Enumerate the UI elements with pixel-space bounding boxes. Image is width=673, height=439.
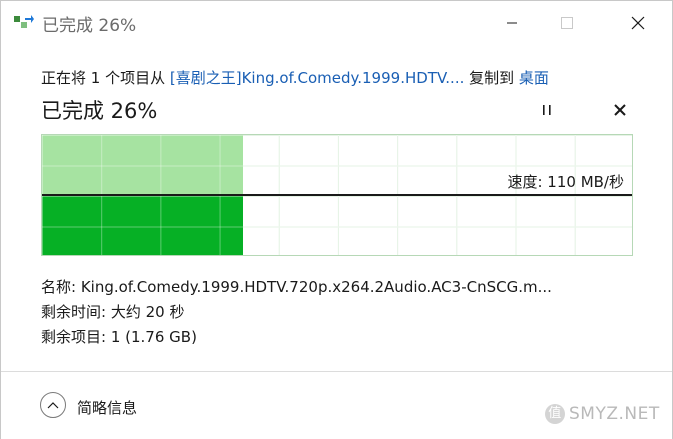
speed-line	[42, 194, 632, 196]
cancel-copy-button[interactable]	[608, 99, 632, 121]
watermark-text: SMYZ.NET	[569, 404, 660, 424]
name-label: 名称:	[41, 278, 81, 296]
detail-file-name: 名称: King.of.Comedy.1999.HDTV.720p.x264.2…	[41, 276, 552, 297]
time-value: 大约 20 秒	[110, 303, 185, 321]
close-icon	[631, 16, 645, 30]
collapse-details-button[interactable]	[40, 392, 66, 418]
title-bar: 已完成 26%	[1, 1, 672, 45]
pause-button[interactable]	[535, 99, 559, 121]
watermark: 值 SMYZ.NET	[545, 404, 660, 424]
time-label: 剩余时间:	[41, 303, 111, 321]
maximize-button	[544, 1, 590, 45]
copy-prefix: 正在将 1 个项目从	[41, 69, 170, 87]
minimize-button[interactable]	[489, 1, 535, 45]
chevron-up-icon	[47, 402, 59, 409]
copy-middle: 复制到	[464, 69, 519, 87]
progress-fill-light	[42, 135, 243, 194]
footer: 简略信息 值 SMYZ.NET	[1, 371, 672, 439]
copy-app-icon	[14, 14, 34, 30]
collapse-details-label[interactable]: 简略信息	[77, 397, 137, 418]
copy-description: 正在将 1 个项目从 [喜剧之王]King.of.Comedy.1999.HDT…	[41, 67, 549, 88]
window-title: 已完成 26%	[42, 16, 137, 36]
progress-status-title: 已完成 26%	[41, 99, 158, 123]
minimize-icon	[507, 22, 517, 24]
pause-icon	[543, 105, 551, 115]
watermark-badge: 值	[545, 404, 565, 424]
speed-label: 速度: 110 MB/秒	[507, 173, 624, 191]
source-folder-link[interactable]: [喜剧之王]King.of.Comedy.1999.HDTV....	[170, 69, 465, 87]
cancel-icon	[614, 104, 626, 116]
detail-time-remaining: 剩余时间: 大约 20 秒	[41, 301, 184, 322]
name-value: King.of.Comedy.1999.HDTV.720p.x264.2Audi…	[80, 278, 552, 296]
detail-items-remaining: 剩余项目: 1 (1.76 GB)	[41, 326, 197, 347]
items-value: 1 (1.76 GB)	[110, 328, 197, 346]
destination-folder-link[interactable]: 桌面	[519, 69, 549, 87]
progress-fill-dark	[42, 196, 243, 255]
copy-progress-window: 已完成 26% 正在将 1 个项目从 [喜剧之王]King.of.Comedy.…	[0, 0, 673, 439]
items-label: 剩余项目:	[41, 328, 111, 346]
maximize-icon	[561, 17, 573, 29]
transfer-speed-graph: 速度: 110 MB/秒	[41, 134, 633, 256]
close-window-button[interactable]	[615, 1, 661, 45]
